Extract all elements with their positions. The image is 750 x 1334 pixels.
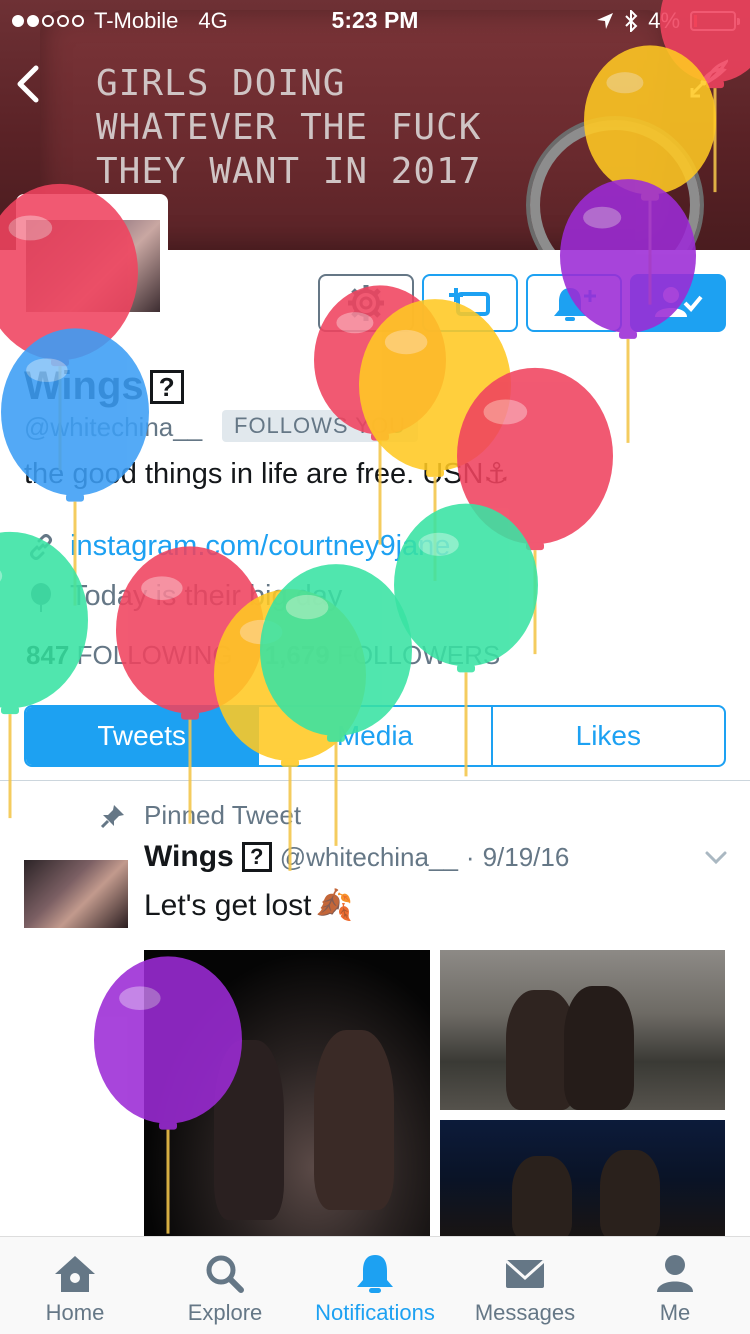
- nav-notifications-label: Notifications: [315, 1300, 435, 1325]
- tweet-media-photo-1[interactable]: [144, 950, 430, 1240]
- nav-home[interactable]: Home: [0, 1237, 150, 1334]
- tweet-text: Let's get lost 🍂: [144, 888, 353, 923]
- tab-likes[interactable]: Likes: [493, 707, 724, 765]
- followers-label: FOLLOWERS: [336, 640, 501, 670]
- tweet-text-body: Let's get lost: [144, 888, 312, 922]
- profile-website-row: instagram.com/courtney9jane: [28, 530, 450, 563]
- notifications-toggle-button[interactable]: [526, 274, 622, 332]
- search-icon: [206, 1255, 244, 1293]
- followers-count: 1,679: [264, 640, 330, 670]
- following-stat[interactable]: 847 FOLLOWING: [26, 640, 233, 671]
- pinned-tweet-text: Pinned Tweet: [144, 800, 302, 830]
- nav-notifications[interactable]: Notifications: [300, 1237, 450, 1334]
- tab-media[interactable]: Media: [259, 707, 493, 765]
- profile-bio: the good things in life are free. USN⚓: [24, 458, 510, 490]
- nav-explore[interactable]: Explore: [150, 1237, 300, 1334]
- chevron-down-icon[interactable]: [704, 850, 728, 866]
- nav-messages[interactable]: Messages: [450, 1237, 600, 1334]
- display-name-text: Wings: [24, 364, 144, 408]
- followers-stat[interactable]: 1,679 FOLLOWERS: [265, 640, 501, 671]
- tweet-header: Wings ? @whitechina__ · 9/19/16: [144, 840, 569, 874]
- photo-person: [564, 986, 634, 1110]
- tweet-separator: ·: [465, 841, 475, 872]
- avatar[interactable]: [26, 220, 160, 312]
- add-to-list-icon: [449, 288, 490, 316]
- nav-me[interactable]: Me: [600, 1237, 750, 1334]
- balloon-icon: [31, 582, 51, 612]
- bottom-tab-bar: Home Explore Notifications Messages Me: [0, 1236, 750, 1334]
- pinned-tweet-label: Pinned Tweet: [100, 800, 301, 831]
- bluetooth-icon: [625, 10, 638, 32]
- battery-percentage: 4%: [648, 8, 680, 33]
- photo-person: [600, 1150, 660, 1240]
- banner-text: GIRLS DOING WHATEVER THE FUCK THEY WANT …: [96, 63, 482, 192]
- location-arrow-icon: [597, 13, 614, 29]
- leaf-emoji: 🍂: [315, 889, 353, 922]
- balloon: [457, 367, 613, 655]
- person-icon: [657, 1255, 693, 1292]
- unknown-glyph-icon: ?: [241, 842, 272, 872]
- tweet-author-name[interactable]: Wings: [144, 840, 234, 874]
- profile-handle: @whitechina__: [24, 412, 203, 442]
- status-bar: T-Mobile 4G 5:23 PM 4%: [0, 0, 750, 40]
- balloon: [0, 531, 88, 819]
- tab-tweets[interactable]: Tweets: [26, 707, 260, 765]
- nav-home-label: Home: [45, 1300, 105, 1325]
- home-icon: [55, 1256, 95, 1292]
- following-button[interactable]: [630, 274, 726, 332]
- profile-birthday-row: Today is their big day: [28, 580, 342, 613]
- tweet-author-avatar[interactable]: [24, 860, 128, 928]
- bell-plus-icon: [554, 288, 596, 321]
- tweet-media-photo-3[interactable]: [440, 1120, 725, 1240]
- pin-icon: [100, 804, 124, 828]
- follow-stats: 847 FOLLOWING 1,679 FOLLOWERS: [26, 640, 500, 671]
- bell-icon: [357, 1255, 393, 1293]
- follows-you-badge: FOLLOWS YOU: [222, 410, 418, 442]
- avatar-frame[interactable]: [16, 194, 168, 324]
- following-count: 847: [26, 640, 70, 670]
- unknown-glyph-icon: ?: [149, 369, 184, 404]
- tweet-date: 9/19/16: [482, 841, 570, 872]
- wing-share-icon[interactable]: [688, 58, 728, 100]
- envelope-icon: [504, 1259, 546, 1288]
- section-divider: [0, 780, 750, 781]
- nav-messages-label: Messages: [474, 1300, 576, 1325]
- tweet-media-photo-2[interactable]: [440, 950, 725, 1110]
- birthday-text: Today is their big day: [70, 580, 343, 612]
- photo-person: [512, 1156, 572, 1240]
- profile-tabs: Tweets Media Likes: [24, 705, 726, 767]
- photo-person: [214, 1040, 284, 1220]
- nav-explore-label: Explore: [187, 1300, 263, 1325]
- profile-website-link[interactable]: instagram.com/courtney9jane: [70, 530, 450, 563]
- back-chevron-icon[interactable]: [12, 62, 44, 106]
- nav-me-label: Me: [659, 1300, 691, 1325]
- gear-icon: [348, 285, 384, 321]
- add-to-list-button[interactable]: [422, 274, 518, 332]
- person-check-icon: [655, 287, 703, 317]
- settings-button[interactable]: [318, 274, 414, 332]
- link-icon: [30, 533, 52, 560]
- following-label: FOLLOWING: [76, 640, 233, 670]
- profile-display-name: Wings ?: [24, 364, 184, 409]
- photo-person: [314, 1030, 394, 1210]
- battery-icon: [690, 11, 740, 31]
- tweet-author-handle: @whitechina__: [279, 841, 458, 872]
